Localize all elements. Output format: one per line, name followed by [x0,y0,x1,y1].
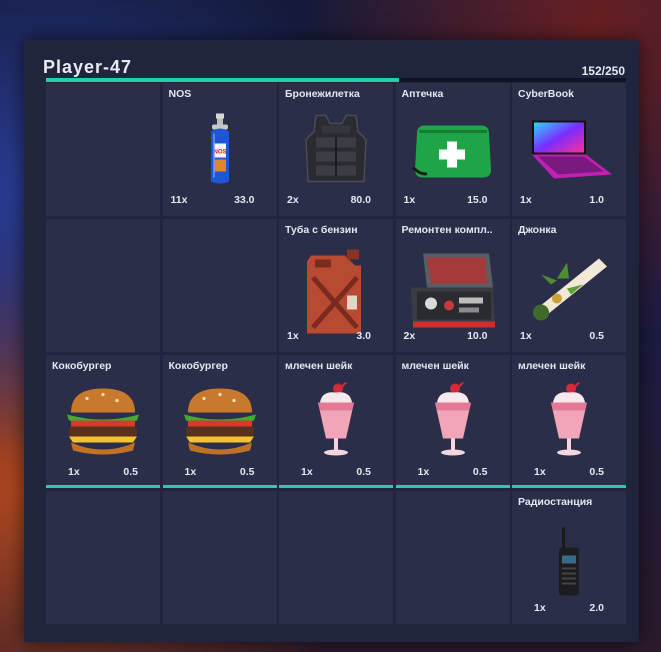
item-name: Аптечка [401,88,444,100]
inventory-slot-milkshake[interactable]: млечен шейк 1x 0.5 [279,355,393,488]
item-quantity: 1x [534,466,546,478]
item-weight: 0.5 [123,466,138,478]
inventory-slot-empty[interactable] [395,491,510,624]
nos-bottle-icon: NOS [205,113,235,191]
capacity-bar [46,78,626,82]
body-armor-icon [302,112,370,193]
item-weight: 0.5 [356,466,371,478]
inventory-slot-empty[interactable] [162,491,277,624]
item-name: Бронежилетка [285,88,360,100]
item-name: Кокобургер [52,360,112,372]
item-weight: 33.0 [234,194,255,206]
inventory-slot-empty[interactable] [46,83,160,216]
svg-text:NOS: NOS [213,150,226,156]
item-quantity: 2x [287,194,299,206]
item-weight: 1.0 [589,194,604,206]
item-weight: 2.0 [589,602,604,614]
item-name: Радиостанция [518,496,593,508]
radio-icon [557,527,581,603]
jerrycan-icon [301,247,371,342]
first-aid-kit-icon [411,118,495,187]
burger-icon [63,384,143,461]
burger-icon [180,384,260,461]
item-name: Ремонтен компл.. [401,224,493,236]
item-quantity: 1x [287,330,299,342]
item-weight: 3.0 [356,330,371,342]
item-quantity: 1x [520,194,532,206]
item-quantity: 1x [184,466,197,478]
capacity-bar-fill [46,78,399,82]
inventory-slot-repair-kit[interactable]: Ремонтен компл.. 2x 10.0 [395,219,510,352]
laptop-icon [524,117,614,188]
item-name: NOS [168,88,192,100]
inventory-header: Player-47 152/250 [24,40,639,82]
item-quantity: 1x [301,466,313,478]
item-weight: 0.5 [589,330,604,342]
item-quantity: 1x [403,194,416,206]
inventory-panel: Player-47 152/250 NOS NOS 11x 33.0 Броне… [24,40,639,642]
inventory-slot-burger[interactable]: Кокобургер 1x 0.5 [162,355,277,488]
item-quantity: 11x [170,194,188,206]
item-name: млечен шейк [518,360,586,372]
inventory-slot-joint[interactable]: Джонка 1x 0.5 [512,219,626,352]
repair-kit-icon [409,252,497,335]
item-quantity: 1x [68,466,80,478]
inventory-slot-empty[interactable] [279,491,393,624]
item-weight: 10.0 [467,330,488,342]
item-quantity: 2x [403,330,416,342]
item-weight: 0.5 [589,466,604,478]
inventory-slot-jerrycan[interactable]: Туба с бензин 1x 3.0 [279,219,393,352]
item-name: Кокобургер [168,360,228,372]
item-quantity: 1x [417,466,430,478]
inventory-slot-milkshake[interactable]: млечен шейк 1x 0.5 [395,355,510,488]
inventory-slot-empty[interactable] [46,219,160,352]
player-name: Player-47 [43,57,133,77]
item-weight: 80.0 [350,194,371,206]
weight-counter: 152/250 [581,64,625,78]
item-name: млечен шейк [285,360,353,372]
inventory-grid: NOS NOS 11x 33.0 Бронежилетка 2x 80.0 Ап… [46,83,626,624]
item-quantity: 1x [534,602,546,614]
item-name: CyberBook [518,88,575,100]
inventory-slot-armor[interactable]: Бронежилетка 2x 80.0 [279,83,393,216]
inventory-slot-empty[interactable] [162,219,277,352]
inventory-slot-milkshake[interactable]: млечен шейк 1x 0.5 [512,355,626,488]
item-quantity: 1x [520,330,532,342]
milkshake-icon [312,377,360,463]
inventory-slot-first-aid[interactable]: Аптечка 1x 15.0 [395,83,510,216]
inventory-slot-burger[interactable]: Кокобургер 1x 0.5 [46,355,160,488]
joint-icon [527,249,611,328]
item-weight: 0.5 [239,466,255,478]
milkshake-icon [545,379,593,463]
milkshake-icon [429,379,477,463]
item-name: Туба с бензин [285,224,358,236]
item-name: млечен шейк [401,360,469,372]
inventory-slot-empty[interactable] [46,491,160,624]
item-name: Джонка [518,224,557,236]
inventory-slot-nos[interactable]: NOS NOS 11x 33.0 [162,83,277,216]
inventory-slot-radio[interactable]: Радиостанция 1x 2.0 [512,491,626,624]
item-weight: 0.5 [472,466,488,478]
inventory-slot-cyberbook[interactable]: CyberBook 1x 1.0 [512,83,626,216]
item-weight: 15.0 [467,194,488,206]
